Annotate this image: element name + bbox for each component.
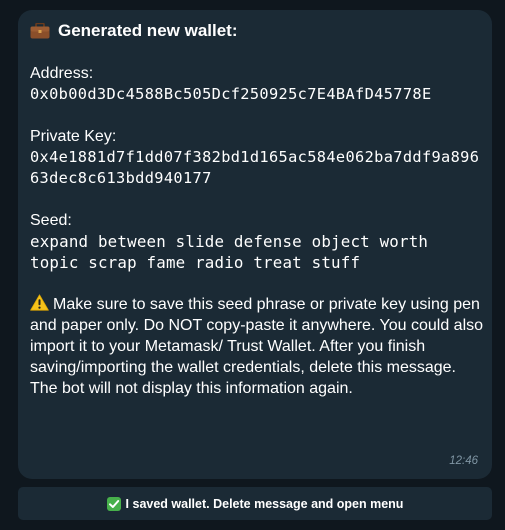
message-bubble: Generated new wallet: Address: 0x0b00d3D…: [18, 10, 492, 479]
warning-text: Make sure to save this seed phrase or pr…: [30, 296, 484, 397]
private-key-label: Private Key:: [30, 128, 117, 145]
address-label: Address:: [30, 65, 94, 82]
message-timestamp: 12:46: [449, 455, 478, 467]
warning-icon: [30, 294, 49, 311]
message-title: Generated new wallet:: [58, 20, 238, 40]
warning-paragraph: Make sure to save this seed phrase or pr…: [30, 294, 485, 399]
address-value[interactable]: 0x0b00d3Dc4588Bc505Dcf250925c7E4BAfD4577…: [30, 84, 480, 105]
saved-wallet-button-label: I saved wallet. Delete message and open …: [125, 496, 404, 511]
briefcase-icon: [30, 23, 50, 39]
message-title-line: Generated new wallet:: [30, 18, 480, 42]
chat-view: Generated new wallet: Address: 0x0b00d3D…: [0, 0, 505, 530]
saved-wallet-button[interactable]: I saved wallet. Delete message and open …: [18, 487, 492, 520]
check-icon: [106, 496, 121, 511]
seed-label: Seed:: [30, 212, 72, 229]
seed-value[interactable]: expand between slide defense object wort…: [30, 231, 480, 273]
private-key-value[interactable]: 0x4e1881d7f1dd07f382bd1d165ac584e062ba7d…: [30, 147, 480, 189]
